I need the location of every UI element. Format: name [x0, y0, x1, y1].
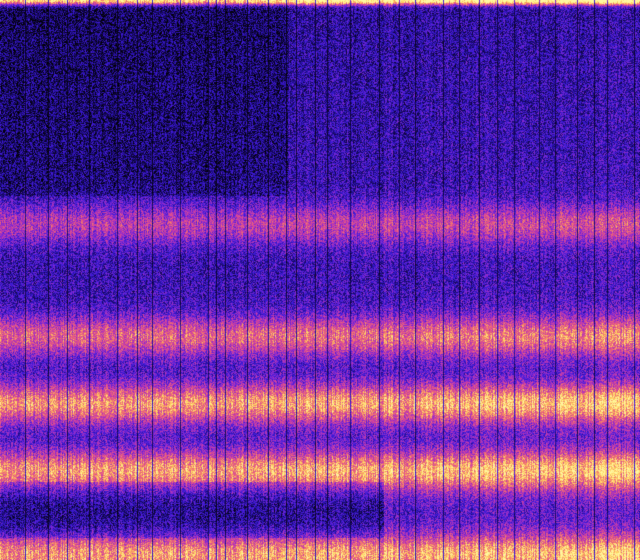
- spectrogram-image: [0, 0, 640, 560]
- spectrogram-canvas: [0, 0, 640, 560]
